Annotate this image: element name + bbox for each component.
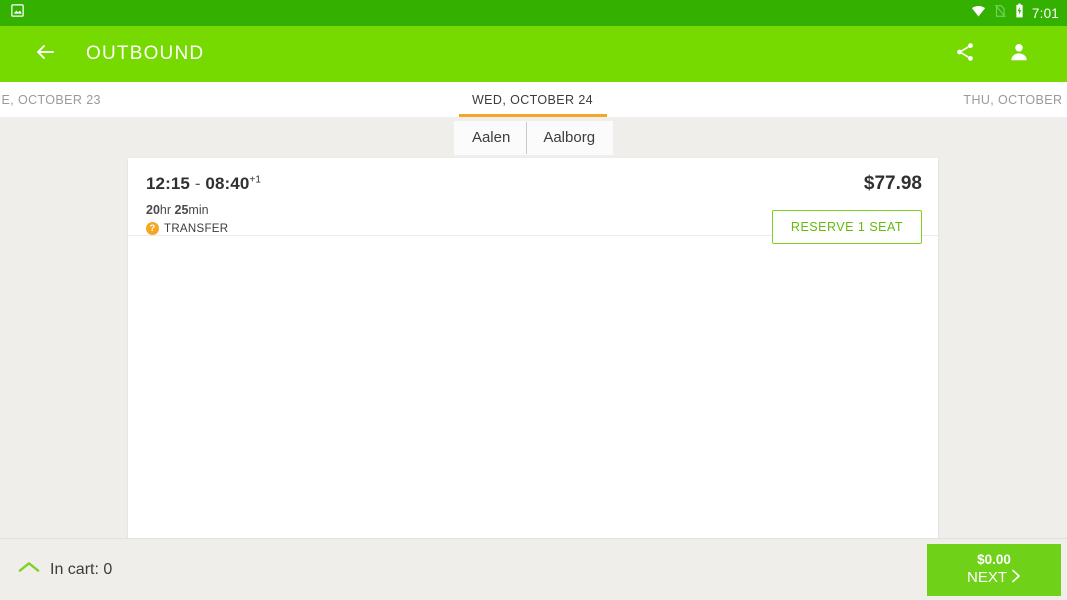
trip-depart-time: 12:15 (146, 174, 190, 193)
help-question-icon: ? (146, 222, 159, 235)
date-tabs: TUE, OCTOBER 23 WED, OCTOBER 24 THU, OCT… (0, 82, 1067, 117)
trip-times: 12:15 - 08:40+1 (146, 174, 922, 194)
date-tab-selected[interactable]: WED, OCTOBER 24 (350, 82, 716, 117)
route-origin-chip[interactable]: Aalen (456, 121, 526, 155)
chevron-right-icon (1011, 569, 1021, 589)
date-tab-next[interactable]: THU, OCTOBER 25 (715, 82, 1067, 117)
route-chips: Aalen Aalborg (453, 120, 614, 155)
reserve-seat-button[interactable]: RESERVE 1 SEAT (772, 210, 922, 244)
date-tab-label: THU, OCTOBER 25 (963, 92, 1067, 107)
trip-arrive-time: 08:40 (205, 174, 250, 193)
trip-duration-minutes: 25 (174, 203, 189, 217)
route-chips-row: Aalen Aalborg (0, 117, 1067, 158)
trip-duration-hours: 20 (146, 203, 160, 217)
next-label-group: NEXT (967, 569, 1021, 589)
status-bar: 7:01 (0, 0, 1067, 26)
date-tab-label: TUE, OCTOBER 23 (0, 92, 101, 107)
results-panel: 12:15 - 08:40+1 20hr 25min ? TRANSFER $7… (128, 158, 938, 538)
date-tab-previous[interactable]: TUE, OCTOBER 23 (0, 82, 350, 117)
cart-count-label: In cart: 0 (50, 560, 113, 578)
share-button[interactable] (949, 38, 981, 70)
route-destination-chip[interactable]: Aalborg (527, 121, 611, 155)
wifi-icon (971, 3, 986, 23)
back-button[interactable] (28, 37, 62, 71)
app-bar: OUTBOUND (0, 26, 1067, 82)
app-bar-actions (949, 38, 1049, 70)
share-icon (954, 41, 976, 68)
trip-day-offset: +1 (249, 174, 261, 186)
battery-charging-icon (1014, 3, 1025, 23)
arrow-left-icon (33, 40, 57, 69)
date-tab-label: WED, OCTOBER 24 (471, 92, 594, 107)
next-label: NEXT (966, 569, 1007, 587)
person-icon (1008, 41, 1030, 68)
cart-summary[interactable]: In cart: 0 (0, 560, 112, 579)
page-title: OUTBOUND (86, 43, 205, 64)
bottom-bar: In cart: 0 $0.00 NEXT (0, 538, 1067, 600)
trip-time-separator: - (194, 174, 201, 193)
trip-price: $77.98 (863, 173, 922, 194)
sim-card-off-icon (993, 4, 1007, 23)
screenshot-image-icon (10, 3, 25, 23)
trip-duration-minutes-unit: min (188, 203, 209, 217)
trip-result-row[interactable]: 12:15 - 08:40+1 20hr 25min ? TRANSFER $7… (128, 158, 938, 244)
next-total-price: $0.00 (977, 551, 1011, 567)
chevron-up-icon (18, 560, 40, 579)
next-button[interactable]: $0.00 NEXT (927, 544, 1061, 596)
status-bar-clock: 7:01 (1031, 5, 1059, 21)
trip-duration-hours-unit: hr (159, 203, 175, 217)
status-bar-system-icons: 7:01 (971, 3, 1059, 23)
trip-transfer-label: TRANSFER (164, 222, 229, 235)
status-bar-notifications (10, 3, 25, 23)
account-button[interactable] (1003, 38, 1035, 70)
